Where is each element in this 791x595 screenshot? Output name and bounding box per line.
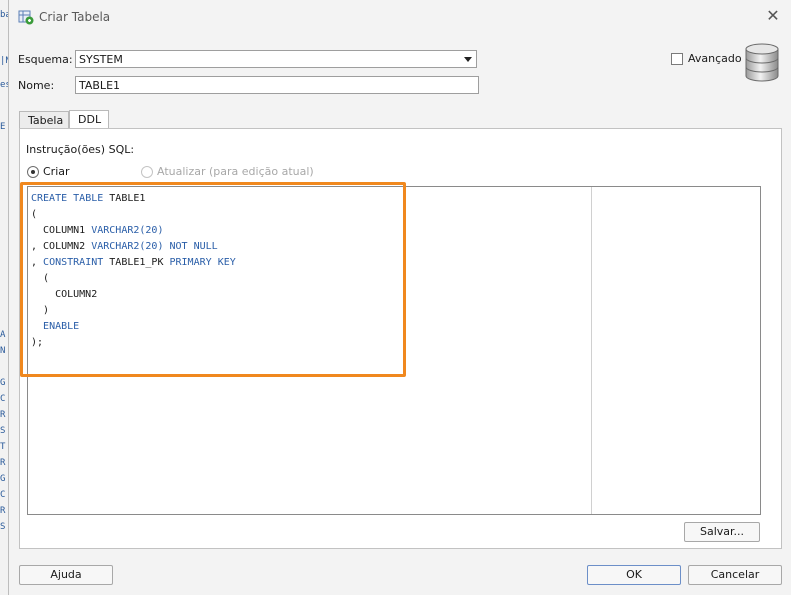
- create-radio-label[interactable]: Criar: [43, 165, 70, 178]
- schema-select[interactable]: SYSTEM: [75, 50, 477, 68]
- ok-button[interactable]: OK: [587, 565, 681, 585]
- close-icon[interactable]: ✕: [763, 6, 783, 26]
- table-app-icon: [18, 10, 34, 25]
- background-char: C: [0, 490, 6, 500]
- update-radio-label[interactable]: Atualizar (para edição atual): [157, 165, 314, 178]
- schema-label: Esquema:: [18, 53, 73, 66]
- window-title: Criar Tabela: [39, 10, 111, 24]
- table-name-input[interactable]: TABLE1: [75, 76, 479, 94]
- tab-ddl[interactable]: DDL: [69, 110, 109, 129]
- tab-tabela[interactable]: Tabela: [19, 111, 69, 128]
- background-char: R: [0, 410, 6, 420]
- editor-margin-line: [591, 187, 592, 514]
- update-radio[interactable]: [141, 166, 153, 178]
- advanced-checkbox[interactable]: [671, 53, 683, 65]
- background-char: G: [0, 378, 6, 388]
- chevron-down-icon: [464, 57, 472, 62]
- table-name-value: TABLE1: [79, 79, 121, 92]
- background-char: A: [0, 330, 6, 340]
- title-bar: Criar Tabela ✕: [9, 0, 791, 36]
- background-char: S: [0, 522, 6, 532]
- background-char: T: [0, 442, 6, 452]
- background-char: G: [0, 474, 6, 484]
- background-char: S: [0, 426, 6, 436]
- help-button[interactable]: Ajuda: [19, 565, 113, 585]
- background-char: E: [0, 122, 6, 132]
- background-char: R: [0, 458, 6, 468]
- highlight-box: [20, 182, 406, 377]
- create-radio[interactable]: [27, 166, 39, 178]
- background-char: R: [0, 506, 6, 516]
- sql-statements-label: Instrução(ões) SQL:: [26, 143, 135, 156]
- create-table-dialog: Criar Tabela ✕ Esquema: SYSTEM Nome: TAB…: [8, 0, 791, 595]
- cancel-button[interactable]: Cancelar: [688, 565, 782, 585]
- database-icon: [745, 43, 779, 82]
- schema-value: SYSTEM: [79, 53, 123, 66]
- background-char: N: [0, 346, 6, 356]
- save-button[interactable]: Salvar...: [684, 522, 760, 542]
- background-char: C: [0, 394, 6, 404]
- advanced-label[interactable]: Avançado: [688, 52, 742, 65]
- name-label: Nome:: [18, 79, 55, 92]
